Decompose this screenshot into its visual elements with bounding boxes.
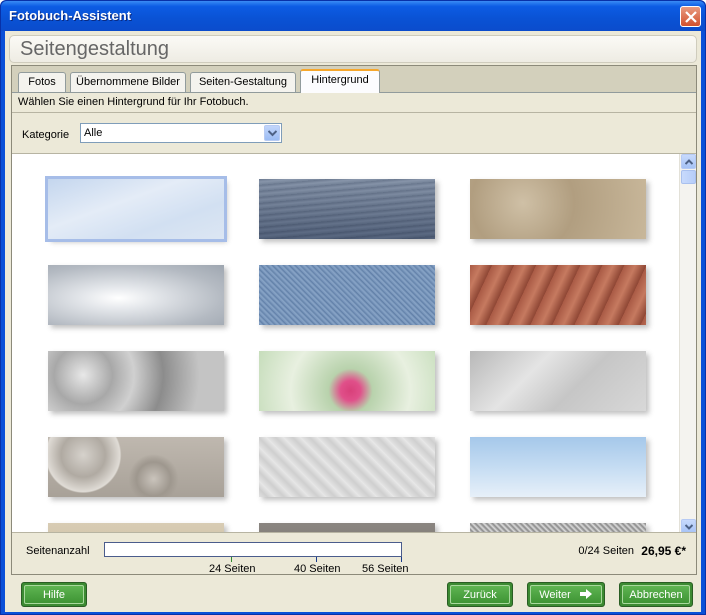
category-value: Alle xyxy=(84,127,103,139)
tab-uebernommene-bilder[interactable]: Übernommene Bilder xyxy=(70,72,186,92)
page-count-bar xyxy=(104,542,402,557)
help-label: Hilfe xyxy=(42,589,65,601)
help-button[interactable]: Hilfe xyxy=(21,582,87,607)
next-label: Weiter xyxy=(539,589,571,601)
background-thumb-gravel[interactable] xyxy=(48,437,224,497)
tick-label-56: 56 Seiten xyxy=(362,563,409,575)
category-select[interactable]: Alle xyxy=(80,123,282,143)
background-thumb-texture-beige[interactable] xyxy=(48,523,224,532)
background-thumb-clouds-sun[interactable] xyxy=(48,265,224,325)
instruction-text: Wählen Sie einen Hintergrund für Ihr Fot… xyxy=(18,96,249,108)
client-area: Seitengestaltung Fotos Übernommene Bilde… xyxy=(5,31,701,612)
tab-content: Wählen Sie einen Hintergrund für Ihr Fot… xyxy=(12,92,696,575)
divider xyxy=(12,112,696,113)
background-thumb-sand[interactable] xyxy=(470,179,646,239)
category-label: Kategorie xyxy=(22,129,70,141)
cancel-label: Abbrechen xyxy=(629,589,683,601)
tick-56 xyxy=(401,557,402,562)
scroll-up-button[interactable] xyxy=(681,154,696,169)
page-header: Seitengestaltung xyxy=(9,35,697,63)
background-thumb-leaves-grey[interactable] xyxy=(48,351,224,411)
tab-label: Fotos xyxy=(28,76,56,88)
close-button[interactable] xyxy=(680,6,701,27)
arrow-up-icon xyxy=(685,159,693,165)
window-title: Fotobuch-Assistent xyxy=(9,8,132,23)
next-button[interactable]: Weiter xyxy=(527,582,605,607)
title-bar[interactable]: Fotobuch-Assistent xyxy=(1,1,705,31)
page-title: Seitengestaltung xyxy=(20,38,170,60)
close-icon xyxy=(685,11,697,23)
background-thumb-metal-plate[interactable] xyxy=(470,523,646,532)
vertical-scrollbar[interactable] xyxy=(679,154,696,532)
cancel-button[interactable]: Abbrechen xyxy=(619,582,693,607)
tab-label: Hintergrund xyxy=(311,74,369,86)
tab-hintergrund[interactable]: Hintergrund xyxy=(300,69,380,93)
background-thumb-soil-furrows[interactable] xyxy=(470,265,646,325)
back-button[interactable]: Zurück xyxy=(447,582,513,607)
background-gallery xyxy=(12,153,696,533)
background-thumb-roses[interactable] xyxy=(259,351,435,411)
background-thumb-denim[interactable] xyxy=(259,265,435,325)
tab-label: Übernommene Bilder xyxy=(76,76,180,88)
page-count-value: 0/24 Seiten xyxy=(578,545,634,557)
tick-24 xyxy=(231,557,232,562)
tick-40 xyxy=(316,557,317,562)
background-thumb-blue-sky[interactable] xyxy=(470,437,646,497)
background-thumb-brushed-metal[interactable] xyxy=(470,351,646,411)
background-thumb-quilted-pattern[interactable] xyxy=(259,437,435,497)
tick-label-24: 24 Seiten xyxy=(209,563,256,575)
dropdown-button[interactable] xyxy=(264,125,280,141)
tab-seiten-gestaltung[interactable]: Seiten-Gestaltung xyxy=(190,72,296,92)
scroll-thumb[interactable] xyxy=(681,170,696,184)
tab-label: Seiten-Gestaltung xyxy=(198,76,288,88)
chevron-down-icon xyxy=(268,130,277,137)
page-count-label: Seitenanzahl xyxy=(26,545,90,557)
tab-panel: Fotos Übernommene Bilder Seiten-Gestaltu… xyxy=(11,65,697,575)
arrow-right-icon xyxy=(579,589,592,600)
tab-fotos[interactable]: Fotos xyxy=(18,72,66,92)
back-label: Zurück xyxy=(463,589,497,601)
app-window: Fotobuch-Assistent Seitengestaltung Foto… xyxy=(0,0,706,615)
background-thumb-texture-grey[interactable] xyxy=(259,523,435,532)
tick-label-40: 40 Seiten xyxy=(294,563,341,575)
arrow-down-icon xyxy=(685,524,693,530)
scroll-down-button[interactable] xyxy=(681,519,696,532)
price-value: 26,95 €* xyxy=(641,544,686,558)
background-thumb-sky-light[interactable] xyxy=(45,176,227,242)
background-thumb-water[interactable] xyxy=(259,179,435,239)
